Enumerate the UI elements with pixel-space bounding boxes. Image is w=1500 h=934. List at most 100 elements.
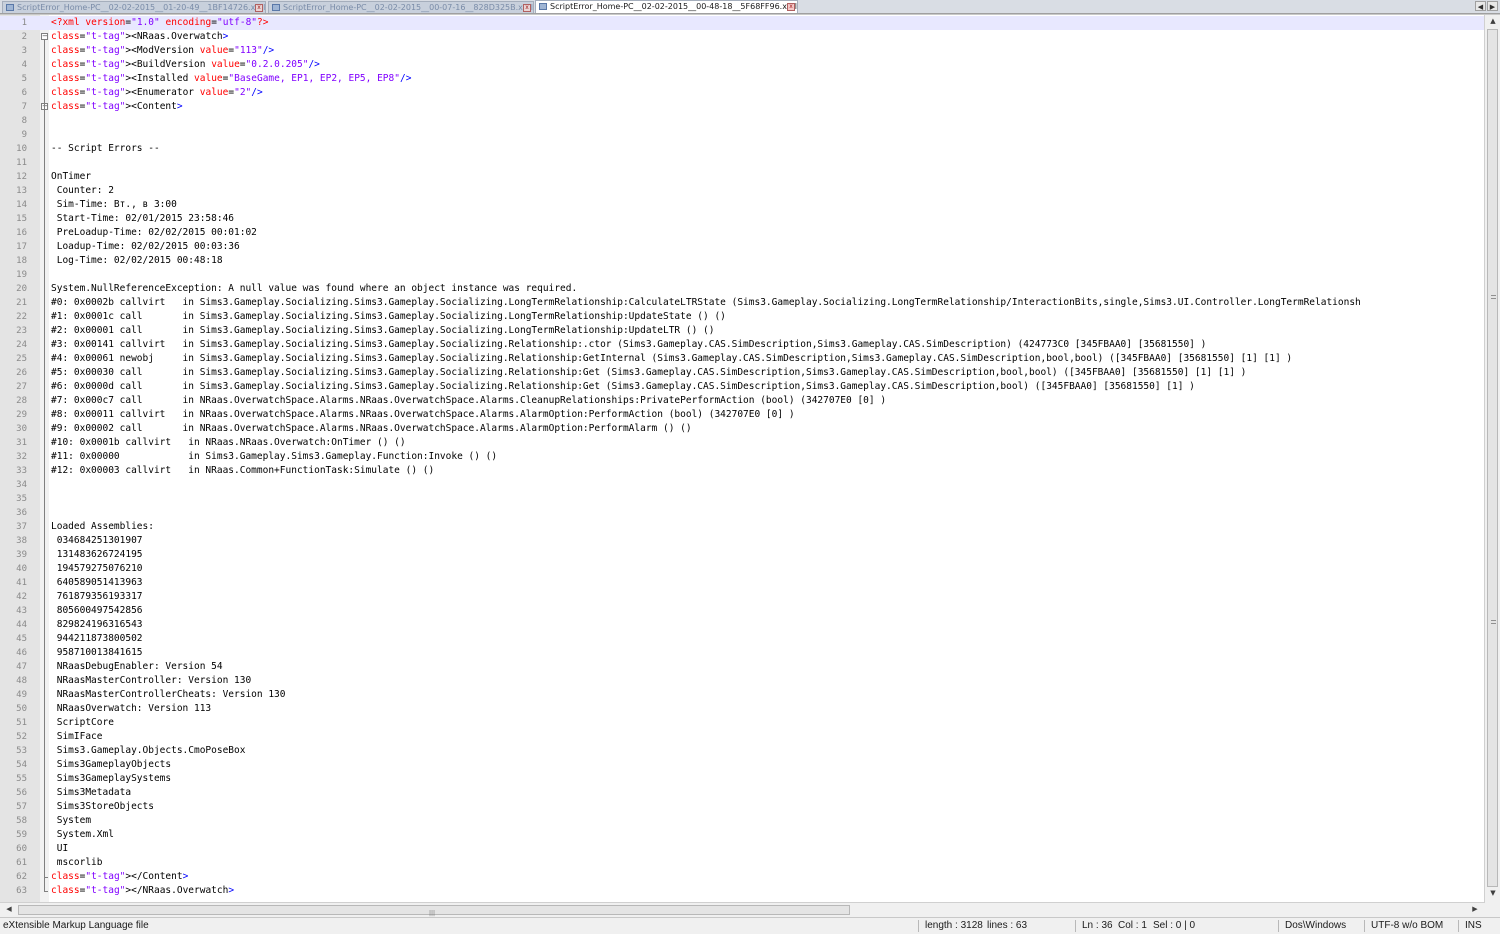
editor-line[interactable]: 19 (0, 268, 1484, 282)
editor-line[interactable]: 17 Loadup-Time: 02/02/2015 00:03:36 (0, 240, 1484, 254)
tab-scripterror-3[interactable]: ScriptError_Home-PC__02-02-2015__00-48-1… (535, 0, 798, 13)
editor-line[interactable]: 30 #9: 0x00002 call in NRaas.OverwatchSpa… (0, 422, 1484, 436)
tab-scripterror-2[interactable]: ScriptError_Home-PC__02-02-2015__00-07-1… (268, 1, 534, 13)
editor-line[interactable]: 24 #3: 0x00141 callvirt in Sims3.Gameplay… (0, 338, 1484, 352)
editor-line[interactable]: 18 Log-Time: 02/02/2015 00:48:18 (0, 254, 1484, 268)
line-number: 24 (16, 340, 27, 350)
close-icon[interactable]: x (255, 4, 263, 12)
editor-line[interactable]: 62 class="t-tag"></Content> (0, 870, 1484, 884)
line-number: 16 (16, 228, 27, 238)
editor-line[interactable]: 42 761879356193317 (0, 590, 1484, 604)
editor-line[interactable]: 4 class="t-tag"><BuildVersion value="0.2.… (0, 58, 1484, 72)
editor-line[interactable]: 40 194579275076210 (0, 562, 1484, 576)
horizontal-scrollbar[interactable]: ◀ ||| ▶ (0, 902, 1484, 917)
horizontal-scroll-thumb[interactable]: ||| (18, 905, 850, 917)
editor-line[interactable]: 1 <?xml version="1.0" encoding="utf-8"?> (0, 16, 1484, 30)
editor-line[interactable]: 29 #8: 0x00011 callvirt in NRaas.Overwatc… (0, 408, 1484, 422)
status-eol: Dos\Windows (1285, 920, 1347, 931)
editor-line[interactable]: 37 Loaded Assemblies: (0, 520, 1484, 534)
editor-line[interactable]: 39 131483626724195 (0, 548, 1484, 562)
editor-line[interactable]: 22 #1: 0x0001c call in Sims3.Gameplay.Soc… (0, 310, 1484, 324)
editor-line[interactable]: 21 #0: 0x0002b callvirt in Sims3.Gameplay… (0, 296, 1484, 310)
editor-line[interactable]: 57 Sims3StoreObjects (0, 800, 1484, 814)
line-text: 194579275076210 (51, 563, 143, 574)
editor-line[interactable]: 23 #2: 0x00001 call in Sims3.Gameplay.Soc… (0, 324, 1484, 338)
editor-line[interactable]: 3 class="t-tag"><ModVersion value="113"/> (0, 44, 1484, 58)
editor-line[interactable]: 26 #5: 0x00030 call in Sims3.Gameplay.Soc… (0, 366, 1484, 380)
editor-line[interactable]: 25 #4: 0x00061 newobj in Sims3.Gameplay.S… (0, 352, 1484, 366)
scroll-right-icon[interactable]: ▶ (1467, 905, 1483, 913)
line-text: #10: 0x0001b callvirt in NRaas.NRaas.Ove… (51, 437, 406, 448)
fold-minus-icon[interactable]: − (41, 33, 48, 40)
editor-line[interactable]: 5 class="t-tag"><Installed value="BaseGam… (0, 72, 1484, 86)
editor-line[interactable]: 28 #7: 0x000c7 call in NRaas.OverwatchSpa… (0, 394, 1484, 408)
editor-line[interactable]: 36 (0, 506, 1484, 520)
editor-line[interactable]: 13 Counter: 2 (0, 184, 1484, 198)
editor-line[interactable]: 55 Sims3GameplaySystems (0, 772, 1484, 786)
editor-line[interactable]: 56 Sims3Metadata (0, 786, 1484, 800)
editor-line[interactable]: 33 #12: 0x00003 callvirt in NRaas.Common+… (0, 464, 1484, 478)
editor-line[interactable]: 41 640589051413963 (0, 576, 1484, 590)
line-number: 45 (16, 634, 27, 644)
editor-line[interactable]: 47 NRaasDebugEnabler: Version 54 (0, 660, 1484, 674)
editor-line[interactable]: 27 #6: 0x0000d call in Sims3.Gameplay.Soc… (0, 380, 1484, 394)
editor-line[interactable]: 31 #10: 0x0001b callvirt in NRaas.NRaas.O… (0, 436, 1484, 450)
editor-line[interactable]: 53 Sims3.Gameplay.Objects.CmoPoseBox (0, 744, 1484, 758)
line-text: class="t-tag"></Content> (51, 871, 189, 882)
line-text: #5: 0x00030 call in Sims3.Gameplay.Socia… (51, 367, 1247, 378)
editor-line[interactable]: 61 mscorlib (0, 856, 1484, 870)
editor-line[interactable]: 51 ScriptCore (0, 716, 1484, 730)
tab-scroll-left-icon[interactable]: ◀ (1475, 1, 1486, 11)
tab-scripterror-1[interactable]: ScriptError_Home-PC__02-02-2015__01-20-4… (2, 1, 266, 13)
editor-line[interactable]: 49 NRaasMasterControllerCheats: Version … (0, 688, 1484, 702)
close-icon[interactable]: x (787, 3, 795, 11)
editor-line[interactable]: 34 (0, 478, 1484, 492)
editor-line[interactable]: 52 SimIFace (0, 730, 1484, 744)
editor-line[interactable]: 15 Start-Time: 02/01/2015 23:58:46 (0, 212, 1484, 226)
vertical-scroll-thumb[interactable] (1487, 29, 1498, 887)
editor-line[interactable]: 7 class="t-tag"><Content> (0, 100, 1484, 114)
editor-line[interactable]: 58 System (0, 814, 1484, 828)
line-text: NRaasDebugEnabler: Version 54 (51, 661, 223, 672)
scroll-up-icon[interactable]: ▲ (1485, 17, 1500, 25)
editor-line[interactable]: 12 OnTimer (0, 170, 1484, 184)
line-number: 29 (16, 410, 27, 420)
editor-line[interactable]: 11 (0, 156, 1484, 170)
editor-line[interactable]: 6 class="t-tag"><Enumerator value="2"/> (0, 86, 1484, 100)
editor-line[interactable]: 43 805600497542856 (0, 604, 1484, 618)
editor-line[interactable]: 48 NRaasMasterController: Version 130 (0, 674, 1484, 688)
line-number: 2 (21, 32, 27, 42)
tab-scroll-right-icon[interactable]: ▶ (1487, 1, 1498, 11)
line-text: System.Xml (51, 829, 114, 840)
editor-line[interactable]: 50 NRaasOverwatch: Version 113 (0, 702, 1484, 716)
editor-line[interactable]: 44 829824196316543 (0, 618, 1484, 632)
line-number: 60 (16, 844, 27, 854)
editor-line[interactable]: 54 Sims3GameplayObjects (0, 758, 1484, 772)
editor-line[interactable]: 16 PreLoadup-Time: 02/02/2015 00:01:02 (0, 226, 1484, 240)
editor-line[interactable]: 14 Sim-Time: Вт., в 3:00 (0, 198, 1484, 212)
xml-file-icon (539, 3, 547, 10)
editor-line[interactable]: 2 class="t-tag"><NRaas.Overwatch> (0, 30, 1484, 44)
line-text: #4: 0x00061 newobj in Sims3.Gameplay.Soc… (51, 353, 1293, 364)
editor-line[interactable]: 46 958710013841615 (0, 646, 1484, 660)
editor-line[interactable]: 32 #11: 0x00000 in Sims3.Gameplay.Sims3.G… (0, 450, 1484, 464)
editor-line[interactable]: 35 (0, 492, 1484, 506)
line-number: 3 (21, 46, 27, 56)
line-number: 42 (16, 592, 27, 602)
editor-line[interactable]: 9 (0, 128, 1484, 142)
close-icon[interactable]: x (523, 4, 531, 12)
editor-line[interactable]: 59 System.Xml (0, 828, 1484, 842)
editor-line[interactable]: 45 944211873800502 (0, 632, 1484, 646)
editor-line[interactable]: 63 class="t-tag"></NRaas.Overwatch> (0, 884, 1484, 898)
vertical-scrollbar[interactable]: ▲ ▼ (1484, 15, 1500, 903)
line-text: #12: 0x00003 callvirt in NRaas.Common+Fu… (51, 465, 435, 476)
editor-line[interactable]: 60 UI (0, 842, 1484, 856)
editor-line[interactable]: 38 034684251301907 (0, 534, 1484, 548)
editor[interactable]: 1 <?xml version="1.0" encoding="utf-8"?> 2… (0, 14, 1500, 903)
scroll-down-icon[interactable]: ▼ (1485, 889, 1500, 897)
scroll-left-icon[interactable]: ◀ (1, 905, 17, 913)
editor-line[interactable]: 20 System.NullReferenceException: A null … (0, 282, 1484, 296)
editor-line[interactable]: 8 (0, 114, 1484, 128)
line-text: Log-Time: 02/02/2015 00:48:18 (51, 255, 223, 266)
editor-line[interactable]: 10 -- Script Errors -- (0, 142, 1484, 156)
